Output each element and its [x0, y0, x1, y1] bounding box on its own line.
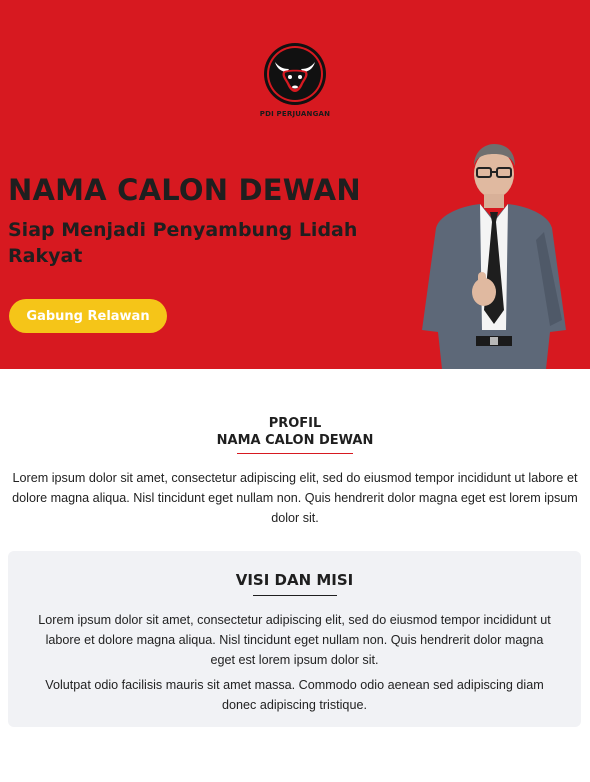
- bull-head-logo-icon: [264, 43, 326, 105]
- vision-mission-title: VISI DAN MISI: [235, 571, 354, 589]
- profile-kicker: PROFIL: [268, 416, 322, 431]
- vision-mission-card: VISI DAN MISI Lorem ipsum dolor sit amet…: [8, 551, 581, 727]
- vision-mission-paragraph: Volutpat odio facilisis mauris sit amet …: [45, 678, 544, 712]
- vision-mission-paragraph: Lorem ipsum dolor sit amet, consectetur …: [38, 613, 551, 667]
- candidate-photo: [422, 144, 566, 369]
- logo-caption: PDI PERJUANGAN: [259, 110, 331, 118]
- hero-title: NAMA CALON DEWAN: [8, 173, 361, 207]
- join-volunteer-button[interactable]: Gabung Relawan: [9, 299, 167, 333]
- hero-section: PDI PERJUANGAN NAMA CALON DEWAN Siap Men…: [0, 0, 590, 369]
- profile-name: NAMA CALON DEWAN: [216, 433, 374, 448]
- party-logo: PDI PERJUANGAN: [0, 42, 590, 118]
- hero-subtitle: Siap Menjadi Penyambung Lidah Rakyat: [8, 219, 358, 267]
- profile-section: PROFIL NAMA CALON DEWAN Lorem ipsum dolo…: [0, 369, 590, 528]
- profile-description: Lorem ipsum dolor sit amet, consectetur …: [12, 471, 578, 525]
- profile-divider: [237, 453, 353, 454]
- vision-mission-divider: [252, 595, 337, 596]
